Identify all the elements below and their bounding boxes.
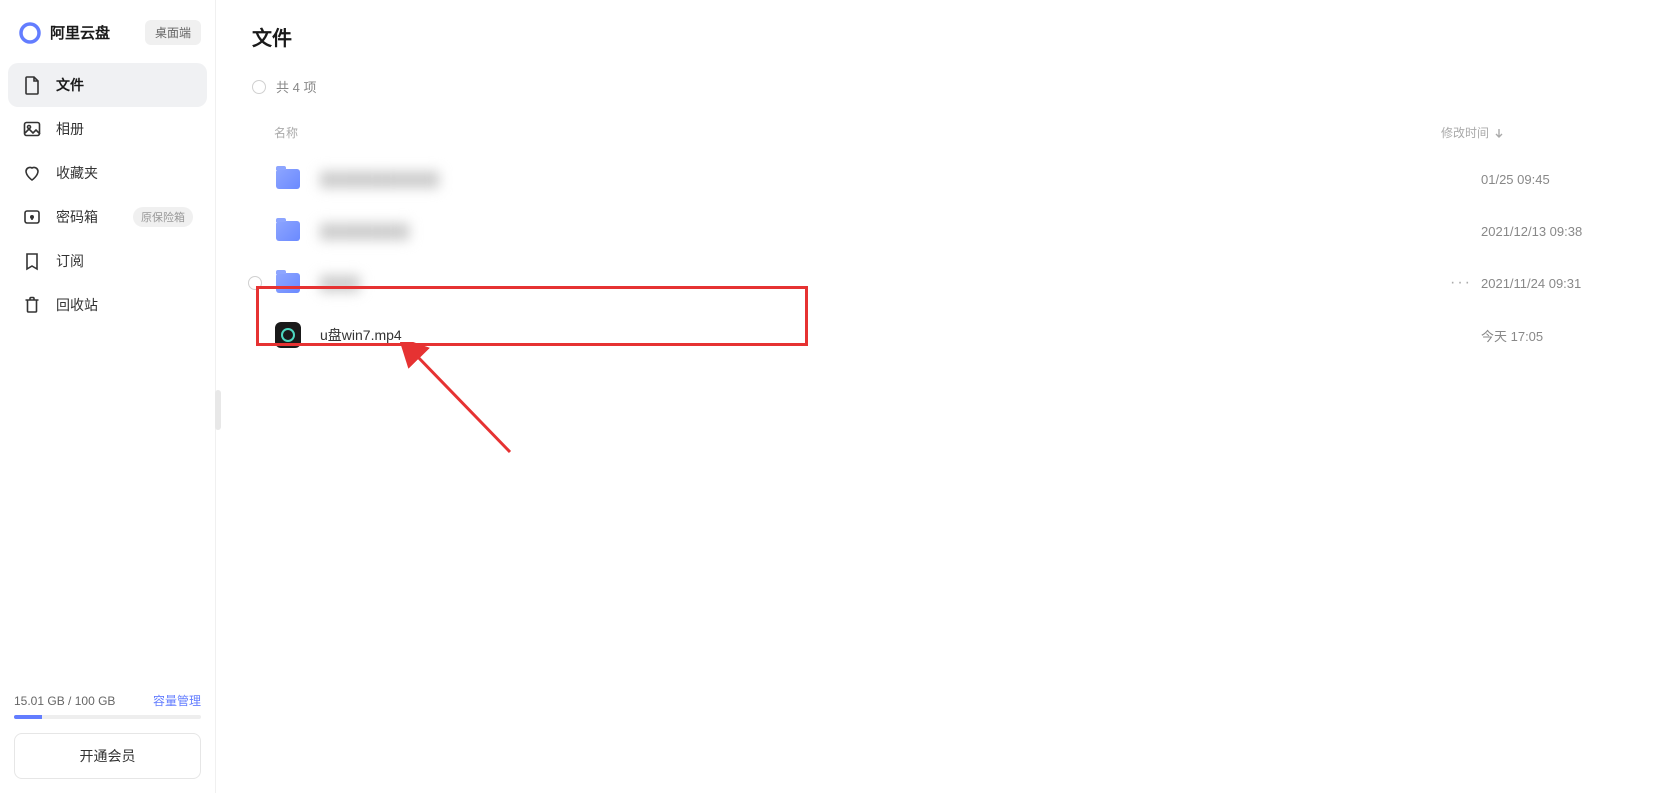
page-title: 文件 (252, 22, 1621, 51)
storage-bar (14, 715, 201, 719)
sidebar-item-files[interactable]: 文件 (8, 63, 207, 107)
file-time: 2021/11/24 09:31 (1481, 276, 1621, 291)
sort-down-icon (1493, 127, 1505, 139)
column-name[interactable]: 名称 (274, 124, 1441, 141)
row-actions[interactable]: ··· (1441, 274, 1481, 292)
sidebar-item-trash[interactable]: 回收站 (8, 283, 207, 327)
vip-button[interactable]: 开通会员 (14, 733, 201, 779)
storage-text: 15.01 GB / 100 GB (14, 694, 115, 708)
sidebar-item-album[interactable]: 相册 (8, 107, 207, 151)
nav-label: 文件 (56, 75, 193, 95)
file-icon (22, 75, 42, 95)
nav: 文件 相册 收藏夹 密码箱 原保险箱 订阅 回收站 (0, 63, 215, 692)
bookmark-icon (22, 251, 42, 271)
desktop-badge[interactable]: 桌面端 (145, 20, 201, 45)
folder-icon (274, 269, 302, 297)
nav-label: 密码箱 (56, 207, 119, 227)
file-list: ████████████ ··· 01/25 09:45 █████████ ·… (252, 153, 1621, 361)
nav-label: 相册 (56, 119, 193, 139)
logo[interactable]: 阿里云盘 (18, 21, 110, 45)
file-row[interactable]: ████████████ ··· 01/25 09:45 (252, 153, 1621, 205)
logo-icon (18, 21, 42, 45)
file-name: ████ (320, 275, 1441, 291)
table-header: 名称 修改时间 (252, 114, 1621, 153)
nav-label: 回收站 (56, 295, 193, 315)
file-name: u盘win7.mp4 (320, 325, 1441, 345)
sidebar-item-subscribe[interactable]: 订阅 (8, 239, 207, 283)
lock-icon (22, 207, 42, 227)
sidebar-item-favorites[interactable]: 收藏夹 (8, 151, 207, 195)
main-content: 文件 共 4 项 名称 修改时间 ████████████ ··· 01/25 … (216, 0, 1657, 793)
storage-row: 15.01 GB / 100 GB 容量管理 (14, 692, 201, 709)
file-row[interactable]: ████ ··· 2021/11/24 09:31 (252, 257, 1621, 309)
vault-tag: 原保险箱 (133, 207, 193, 227)
file-time: 今天 17:05 (1481, 326, 1621, 345)
file-name: ████████████ (320, 171, 1441, 187)
item-count: 共 4 项 (276, 77, 316, 96)
folder-icon (274, 217, 302, 245)
column-time[interactable]: 修改时间 (1441, 124, 1621, 141)
video-icon (274, 321, 302, 349)
file-row[interactable]: u盘win7.mp4 ··· 今天 17:05 (252, 309, 1621, 361)
count-row: 共 4 项 (252, 77, 1621, 96)
storage-fill (14, 715, 42, 719)
sidebar: 阿里云盘 桌面端 文件 相册 收藏夹 密码箱 原保险箱 订阅 回收站 (0, 0, 216, 793)
trash-icon (22, 295, 42, 315)
sidebar-item-vault[interactable]: 密码箱 原保险箱 (8, 195, 207, 239)
file-time: 2021/12/13 09:38 (1481, 224, 1621, 239)
folder-icon (274, 165, 302, 193)
row-checkbox[interactable] (248, 276, 262, 290)
column-time-label: 修改时间 (1441, 124, 1489, 141)
album-icon (22, 119, 42, 139)
logo-row: 阿里云盘 桌面端 (0, 0, 215, 63)
file-name: █████████ (320, 223, 1441, 239)
nav-label: 收藏夹 (56, 163, 193, 183)
app-name: 阿里云盘 (50, 22, 110, 43)
file-time: 01/25 09:45 (1481, 172, 1621, 187)
heart-icon (22, 163, 42, 183)
select-all-checkbox[interactable] (252, 80, 266, 94)
file-row[interactable]: █████████ ··· 2021/12/13 09:38 (252, 205, 1621, 257)
nav-label: 订阅 (56, 251, 193, 271)
sidebar-footer: 15.01 GB / 100 GB 容量管理 开通会员 (0, 692, 215, 793)
storage-manage-link[interactable]: 容量管理 (153, 692, 201, 709)
